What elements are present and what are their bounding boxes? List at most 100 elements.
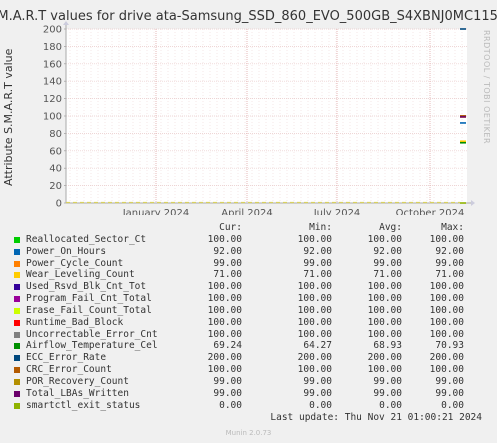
legend-value-min: 200.00	[297, 352, 332, 364]
y-tick-label: 40	[49, 164, 62, 175]
legend-header-max: Max:	[441, 222, 464, 233]
legend-value-max: 71.00	[435, 269, 464, 281]
last-update: Last update: Thu Nov 21 01:00:21 2024	[270, 412, 482, 423]
legend-value-avg: 68.93	[373, 340, 402, 352]
y-tick-label: 180	[43, 42, 62, 53]
legend-swatch	[14, 236, 20, 243]
legend-row: Uncorrectable_Error_Cnt 100.00 100.00 100.0…	[12, 329, 482, 341]
legend-swatch	[14, 402, 20, 409]
legend-value-avg: 0.00	[379, 399, 402, 411]
legend-value-min: 99.00	[303, 387, 332, 399]
legend-value-min: 100.00	[297, 304, 332, 316]
legend-row: CRC_Error_Count 100.00 100.00 100.00 100.00	[12, 364, 482, 376]
legend-value-avg: 92.00	[373, 245, 402, 257]
legend-value-min: 64.27	[303, 340, 332, 352]
legend-value-min: 99.00	[303, 375, 332, 387]
legend-value-cur: 100.00	[207, 293, 242, 305]
legend-value-max: 100.00	[429, 364, 464, 376]
x-tick-label: January 2024	[122, 208, 190, 215]
legend-series-name: smartctl_exit_status	[26, 399, 141, 411]
legend-series-name: Program_Fail_Cnt_Total	[26, 293, 152, 305]
legend-value-cur: 100.00	[207, 316, 242, 328]
legend-value-avg: 99.00	[373, 257, 402, 269]
legend-value-avg: 100.00	[367, 233, 402, 245]
legend-value-avg: 100.00	[367, 364, 402, 376]
legend-value-cur: 99.00	[213, 257, 242, 269]
legend-row: Runtime_Bad_Block 100.00 100.00 100.00 100.0…	[12, 317, 482, 329]
y-tick-label: 0	[56, 199, 62, 210]
legend-value-max: 200.00	[429, 352, 464, 364]
legend-row: Program_Fail_Cnt_Total 100.00 100.00 100.00…	[12, 293, 482, 305]
legend-row: Wear_Leveling_Count 71.00 71.00 71.00 71.00	[12, 269, 482, 281]
legend-swatch	[14, 367, 20, 374]
legend-value-max: 99.00	[435, 375, 464, 387]
legend-series-name: Used_Rsvd_Blk_Cnt_Tot	[26, 281, 147, 293]
legend-series-name: Uncorrectable_Error_Cnt	[26, 328, 158, 340]
legend-value-min: 100.00	[297, 316, 332, 328]
legend-value-cur: 92.00	[213, 245, 242, 257]
legend-value-cur: 0.00	[219, 399, 242, 411]
legend-value-max: 100.00	[429, 304, 464, 316]
legend-rows: Reallocated_Sector_Ct 100.00 100.00 100.00 1…	[12, 234, 482, 412]
legend-value-avg: 100.00	[367, 316, 402, 328]
y-tick-label: 80	[49, 129, 62, 140]
legend-swatch	[14, 284, 20, 291]
munin-version: Munin 2.0.73	[225, 429, 272, 437]
legend-value-max: 100.00	[429, 316, 464, 328]
legend-value-cur: 100.00	[207, 304, 242, 316]
legend-series-name: Power_On_Hours	[26, 245, 107, 257]
legend-row: Erase_Fail_Count_Total 100.00 100.00 100.00…	[12, 305, 482, 317]
legend-swatch	[14, 307, 20, 314]
legend-value-min: 0.00	[309, 399, 332, 411]
legend-swatch	[14, 296, 20, 303]
legend-header-min: Min:	[309, 222, 332, 233]
legend-header-row: Cur: Min: Avg: Max:	[12, 222, 482, 234]
legend-value-avg: 99.00	[373, 375, 402, 387]
legend-series-name: Wear_Leveling_Count	[26, 269, 135, 281]
legend-value-avg: 100.00	[367, 293, 402, 305]
legend-table: Cur: Min: Avg: Max: Reallocated_Sector_C…	[12, 222, 482, 412]
y-tick-label: 120	[43, 94, 62, 105]
y-tick-label: 140	[43, 77, 62, 88]
legend-row: POR_Recovery_Count 99.00 99.00 99.00 99.00	[12, 376, 482, 388]
legend-swatch	[14, 343, 20, 350]
legend-row: smartctl_exit_status 0.00 0.00 0.00 0.00	[12, 400, 482, 412]
legend-row: Airflow_Temperature_Cel 69.24 64.27 68.93 70…	[12, 340, 482, 352]
legend-value-max: 100.00	[429, 281, 464, 293]
legend-row: Total_LBAs_Written 99.00 99.00 99.00 99.00	[12, 388, 482, 400]
x-axis-arrow	[471, 200, 475, 206]
legend-value-min: 100.00	[297, 293, 332, 305]
legend-value-max: 99.00	[435, 387, 464, 399]
legend-value-max: 100.00	[429, 233, 464, 245]
legend-value-cur: 69.24	[213, 340, 242, 352]
legend-series-name: Power_Cycle_Count	[26, 257, 124, 269]
y-tick-label: 200	[43, 25, 62, 36]
legend-series-name: POR_Recovery_Count	[26, 375, 129, 387]
legend-series-name: Total_LBAs_Written	[26, 387, 129, 399]
y-axis-arrow	[63, 21, 69, 25]
legend-series-name: Runtime_Bad_Block	[26, 316, 124, 328]
legend-value-min: 100.00	[297, 328, 332, 340]
legend-value-cur: 100.00	[207, 364, 242, 376]
legend-value-avg: 100.00	[367, 304, 402, 316]
y-tick-label: 20	[49, 181, 62, 192]
legend-value-min: 100.00	[297, 281, 332, 293]
x-tick-label: October 2024	[396, 208, 465, 215]
legend-value-min: 100.00	[297, 364, 332, 376]
legend-value-min: 92.00	[303, 245, 332, 257]
legend-value-min: 100.00	[297, 233, 332, 245]
y-tick-label: 100	[43, 112, 62, 123]
legend-row: Power_On_Hours 92.00 92.00 92.00 92.00	[12, 246, 482, 258]
legend-header-avg: Avg:	[379, 222, 402, 233]
legend-value-min: 99.00	[303, 257, 332, 269]
legend-value-max: 0.00	[441, 399, 464, 411]
legend-swatch	[14, 272, 20, 279]
legend-swatch	[14, 378, 20, 385]
legend-value-cur: 100.00	[207, 233, 242, 245]
legend-value-max: 100.00	[429, 328, 464, 340]
y-tick-label: 160	[43, 59, 62, 70]
x-tick-label: April 2024	[221, 208, 272, 215]
legend-row: Used_Rsvd_Blk_Cnt_Tot 100.00 100.00 100.00 1…	[12, 281, 482, 293]
legend-swatch	[14, 260, 20, 267]
legend-value-cur: 100.00	[207, 281, 242, 293]
